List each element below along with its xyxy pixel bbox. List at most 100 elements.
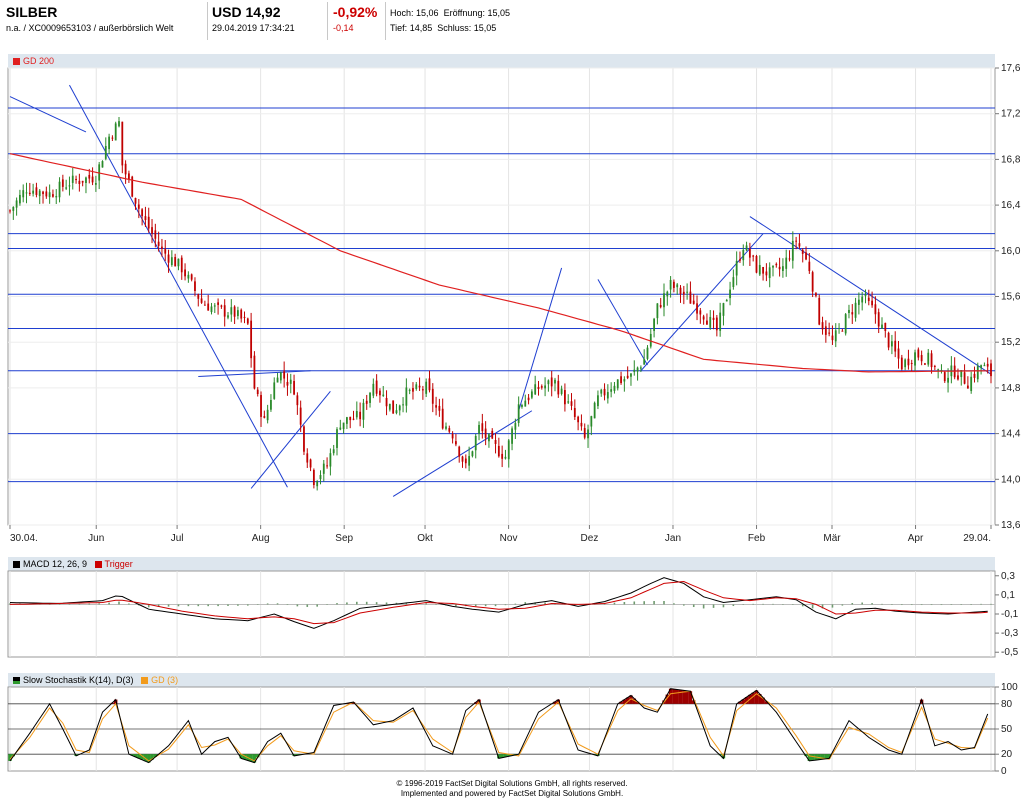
- candle-body: [851, 312, 854, 315]
- candle-body: [900, 357, 903, 370]
- candle-body: [497, 445, 500, 457]
- candle-body: [441, 408, 444, 429]
- candle-body: [623, 379, 626, 382]
- candle-body: [392, 400, 395, 414]
- candle-body: [791, 240, 794, 261]
- candle-body: [587, 429, 589, 439]
- candle-body: [739, 259, 741, 261]
- candle-body: [709, 316, 712, 328]
- candle-body: [867, 297, 870, 302]
- candle-body: [828, 332, 831, 334]
- candle-body: [930, 353, 933, 368]
- candle-body: [844, 314, 847, 334]
- macd-histogram-bar: [950, 604, 953, 605]
- macd-histogram-bar: [316, 604, 318, 607]
- candle-body: [980, 365, 982, 368]
- candle-body: [329, 453, 332, 467]
- candle-body: [881, 324, 883, 329]
- macd-histogram-bar: [811, 604, 814, 609]
- candle-body: [180, 257, 183, 273]
- macd-histogram-bar: [990, 603, 992, 605]
- candle-body: [114, 123, 117, 141]
- candle-body: [540, 386, 543, 388]
- candle-body: [481, 423, 484, 432]
- candle-body: [141, 209, 144, 217]
- candle-body: [924, 363, 926, 365]
- candle-body: [144, 216, 147, 221]
- x-tick-label: 30.04.: [10, 533, 38, 544]
- price-y-tick-label: 16,8: [1001, 154, 1021, 165]
- candle-body: [382, 394, 385, 396]
- candle-body: [706, 320, 708, 325]
- candle-body: [983, 365, 986, 367]
- candle-body: [795, 240, 798, 242]
- macd-histogram-bar: [871, 603, 873, 605]
- candle-body: [154, 230, 157, 239]
- macd-histogram-bar: [365, 601, 368, 605]
- candle-body: [161, 246, 163, 249]
- candle-body: [937, 369, 940, 371]
- x-tick-label: Aug: [252, 533, 270, 544]
- macd-histogram-bar: [683, 604, 685, 606]
- candle-body: [478, 424, 480, 434]
- candle-body: [772, 265, 774, 268]
- candle-body: [891, 341, 893, 347]
- candle-body: [517, 404, 520, 423]
- candle-body: [719, 312, 722, 331]
- candle-body: [986, 363, 989, 367]
- candle-body: [104, 146, 107, 159]
- candle-body: [752, 255, 755, 257]
- candle-body: [818, 297, 821, 325]
- candle-body: [590, 416, 593, 427]
- macd-histogram-bar: [88, 603, 91, 605]
- candle-body: [626, 375, 629, 378]
- candle-body: [296, 395, 299, 406]
- candle-body: [355, 411, 358, 418]
- candle-body: [319, 475, 322, 480]
- candle-body: [32, 190, 35, 194]
- candle-body: [666, 291, 669, 297]
- candle-body: [692, 300, 695, 304]
- candle-body: [686, 291, 689, 293]
- candle-body: [957, 375, 959, 380]
- candle-body: [326, 465, 328, 467]
- candle-body: [398, 405, 401, 411]
- candle-body: [286, 381, 289, 386]
- candle-body: [491, 430, 494, 439]
- copyright-line: © 1996-2019 FactSet Digital Solutions Gm…: [396, 779, 628, 788]
- macd-histogram-bar: [494, 604, 497, 607]
- candle-body: [81, 180, 84, 183]
- candle-body: [342, 422, 345, 430]
- candle-body: [379, 390, 381, 396]
- candle-body: [151, 227, 153, 234]
- candle-body: [78, 180, 81, 185]
- candle-body: [682, 291, 685, 295]
- candle-body: [213, 305, 216, 307]
- candle-body: [745, 245, 748, 251]
- macd-histogram-bar: [702, 604, 705, 609]
- candle-body: [38, 190, 41, 197]
- candle-body: [616, 379, 619, 389]
- macd-histogram-bar: [247, 604, 249, 606]
- candle-body: [782, 266, 784, 272]
- candle-body: [435, 405, 437, 408]
- macd-histogram-bar: [722, 604, 725, 608]
- macd-histogram-bar: [108, 602, 110, 605]
- x-tick-label: Jun: [88, 533, 104, 544]
- stoch-y-tick-label: 80: [1001, 699, 1013, 710]
- candle-body: [805, 252, 807, 260]
- macd-histogram-bar: [762, 603, 764, 605]
- candle-body: [600, 389, 603, 394]
- candle-body: [729, 289, 731, 299]
- macd-histogram-bar: [256, 604, 259, 605]
- candle-body: [884, 322, 887, 332]
- candle-body: [798, 243, 801, 247]
- x-tick-label: Nov: [500, 533, 518, 544]
- candle-body: [557, 380, 560, 395]
- candle-body: [530, 391, 533, 398]
- candle-body: [246, 318, 249, 324]
- candle-body: [207, 303, 210, 311]
- candle-body: [676, 284, 679, 288]
- macd-histogram-bar: [286, 604, 289, 606]
- candle-body: [240, 309, 243, 319]
